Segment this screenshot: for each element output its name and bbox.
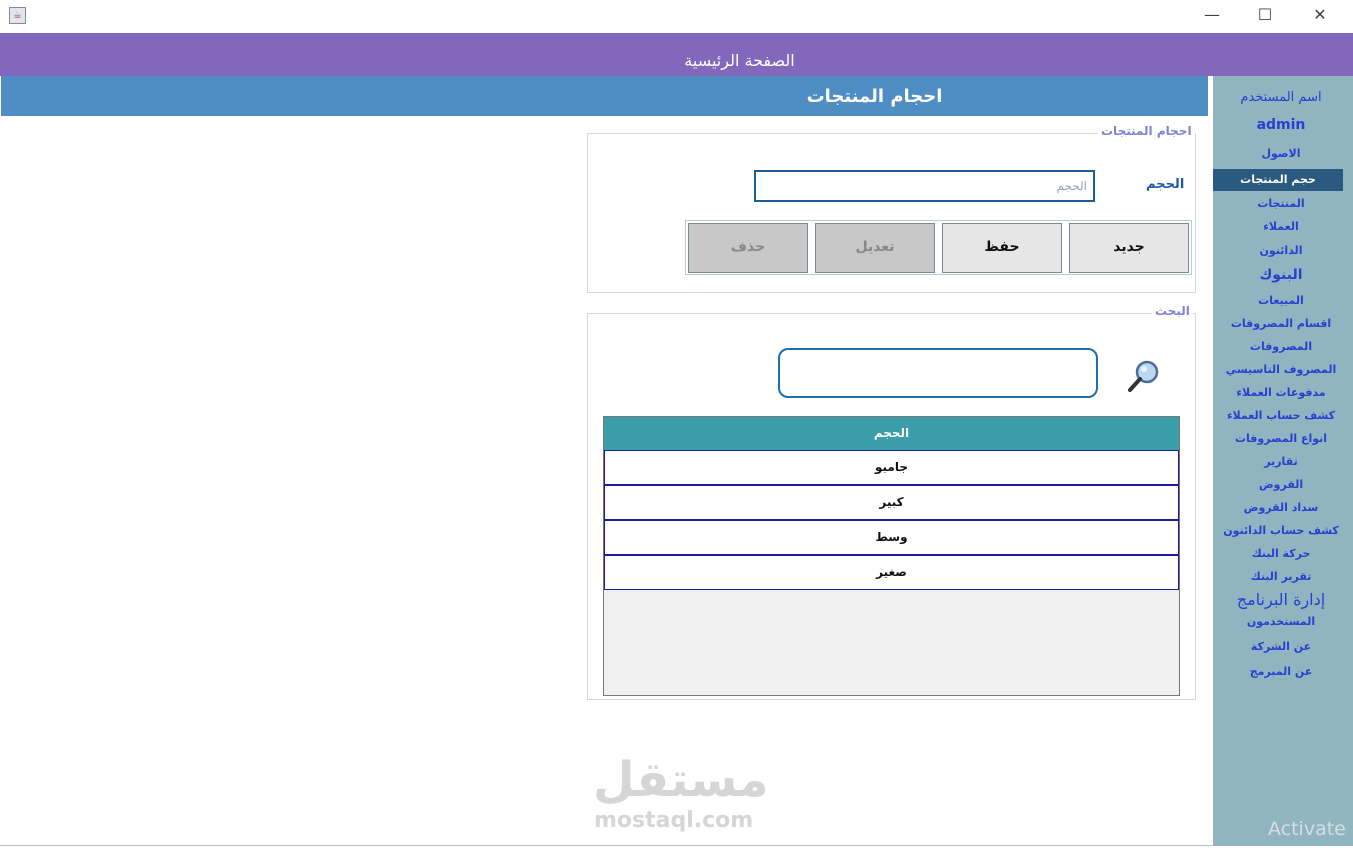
window-titlebar: ☕ — ☐ ✕ <box>0 0 1353 33</box>
search-input[interactable] <box>778 348 1098 398</box>
sidebar-item-loans[interactable]: القروض <box>1213 478 1349 491</box>
sidebar-item-loan-repayment[interactable]: سداد القروض <box>1213 501 1349 514</box>
volume-input[interactable] <box>754 170 1095 202</box>
sidebar-item-products[interactable]: المنتجات <box>1213 197 1349 210</box>
table-row[interactable]: وسط <box>604 520 1179 555</box>
close-button[interactable]: ✕ <box>1294 0 1346 30</box>
save-button[interactable]: حفظ <box>942 223 1062 273</box>
sidebar-item-bank-report[interactable]: تقرير البنك <box>1213 570 1349 583</box>
volume-label: الحجم <box>1146 177 1185 192</box>
page-title: احجام المنتجات <box>806 86 943 107</box>
watermark-arabic: مستقل <box>593 752 769 808</box>
sidebar-item-assets[interactable]: الاصول <box>1213 147 1349 160</box>
sizes-table: الحجم جامبو كبير وسط صغير <box>603 416 1180 696</box>
user-label: اسم المستخدم <box>1240 90 1322 105</box>
home-title[interactable]: الصفحة الرئيسية <box>0 51 1353 70</box>
home-bar: الصفحة الرئيسية <box>0 33 1353 76</box>
username: admin <box>1256 117 1306 133</box>
watermark-latin: mostaql.com <box>594 808 754 833</box>
table-row[interactable]: كبير <box>604 485 1179 520</box>
sidebar-item-about-company[interactable]: عن الشركة <box>1213 640 1349 653</box>
table-row[interactable]: جامبو <box>604 450 1179 485</box>
bottom-divider <box>0 845 1213 846</box>
sidebar-item-program-admin[interactable]: إدارة البرنامج <box>1213 590 1349 609</box>
java-cup-icon: ☕ <box>9 7 26 24</box>
new-button[interactable]: جديد <box>1069 223 1189 273</box>
sidebar-item-about-programmer[interactable]: عن المبرمج <box>1213 665 1349 678</box>
sidebar-item-sales[interactable]: المبيعات <box>1213 294 1349 307</box>
sidebar-item-creditor-statement[interactable]: كشف حساب الدائنون <box>1213 524 1349 537</box>
sidebar-item-expense-sections[interactable]: اقسام المصروفات <box>1213 317 1349 330</box>
sidebar-item-expenses[interactable]: المصروفات <box>1213 340 1349 353</box>
delete-button[interactable]: حذف <box>688 223 808 273</box>
sizes-form-legend: احجام المنتجات <box>1098 124 1195 138</box>
sidebar-item-expense-types[interactable]: انواع المصروفات <box>1213 432 1349 445</box>
table-header-volume[interactable]: الحجم <box>604 417 1179 450</box>
maximize-button[interactable]: ☐ <box>1239 0 1291 30</box>
sidebar-item-product-sizes[interactable]: حجم المنتجات <box>1213 169 1343 191</box>
sidebar-item-reports[interactable]: تقارير <box>1213 455 1349 468</box>
sidebar-item-banks[interactable]: البنوك <box>1213 267 1349 283</box>
sidebar-item-customer-statement[interactable]: كشف حساب العملاء <box>1213 409 1349 422</box>
search-legend: البحث <box>1152 304 1193 318</box>
sidebar-item-customer-payments[interactable]: مدفوعات العملاء <box>1213 386 1349 399</box>
sidebar-item-users[interactable]: المستخدمون <box>1213 615 1349 628</box>
sidebar-item-founding-expense[interactable]: المصروف التاسيسي <box>1213 363 1349 376</box>
table-row[interactable]: صغير <box>604 555 1179 590</box>
search-icon[interactable] <box>1126 358 1162 394</box>
page-header: احجام المنتجات <box>1 76 1208 116</box>
sidebar: اسم المستخدم admin الاصول حجم المنتجات ا… <box>1213 76 1353 846</box>
minimize-button[interactable]: — <box>1186 0 1238 30</box>
edit-button[interactable]: تعديل <box>815 223 935 273</box>
activate-windows-text: Activate <box>1268 818 1346 840</box>
sidebar-item-creditors[interactable]: الدائنون <box>1213 244 1349 257</box>
sidebar-item-bank-movement[interactable]: حركة البنك <box>1213 547 1349 560</box>
sidebar-item-customers[interactable]: العملاء <box>1213 220 1349 233</box>
